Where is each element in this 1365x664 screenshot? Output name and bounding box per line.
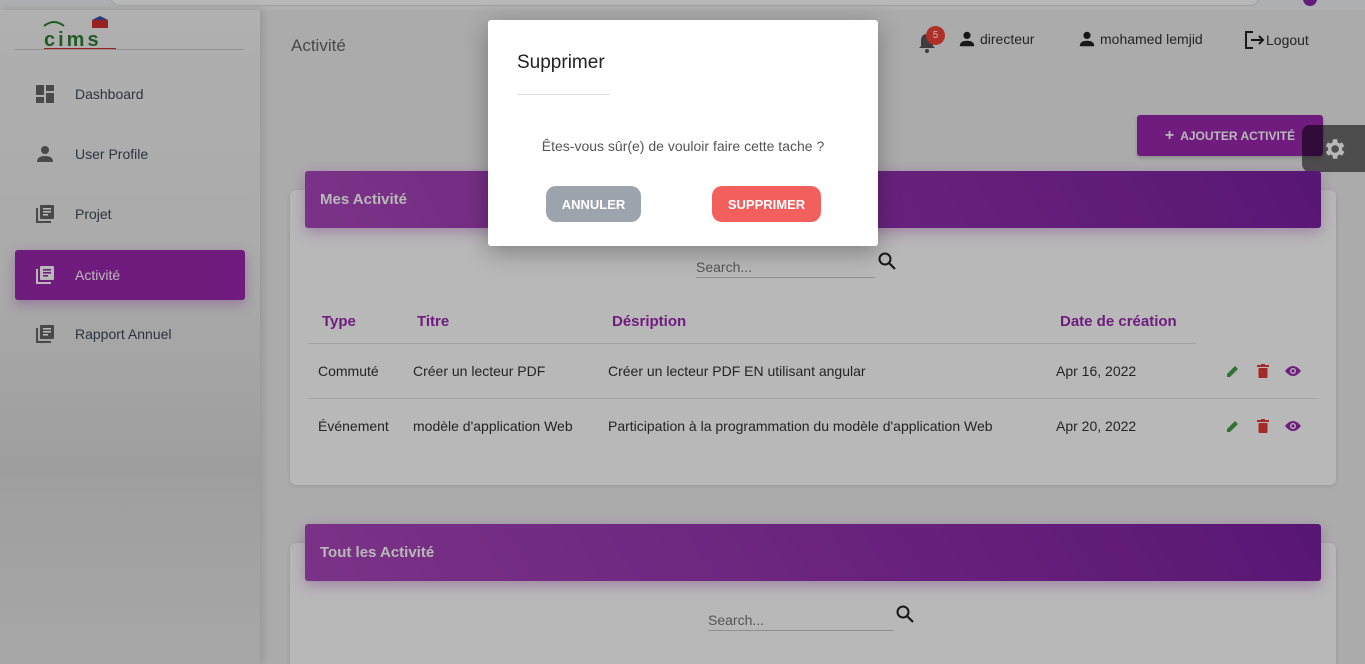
dialog-message: Êtes-vous sûr(e) de vouloir faire cette … [541, 138, 825, 154]
dialog-title: Supprimer [517, 52, 605, 73]
confirm-delete-button[interactable]: SUPPRIMER [712, 186, 821, 222]
cancel-button[interactable]: ANNULER [546, 186, 641, 222]
dialog-divider [517, 94, 610, 95]
delete-confirm-dialog: Supprimer Êtes-vous sûr(e) de vouloir fa… [488, 20, 878, 246]
